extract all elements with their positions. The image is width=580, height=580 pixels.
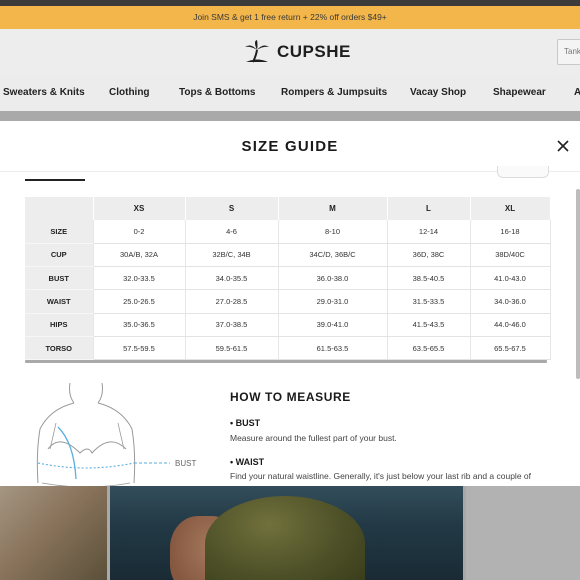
nav-item-sweaters[interactable]: Sweaters & Knits [3, 87, 85, 98]
table-cell: 39.0-41.0 [278, 313, 388, 337]
size-guide-modal: SIZE GUIDE XS S M L XL SIZE 0-2 4-6 8-10… [0, 121, 580, 486]
table-cell: 16-18 [470, 220, 551, 244]
table-cell: 34C/D, 36B/C [278, 243, 388, 268]
table-cell: 44.0-46.0 [470, 313, 551, 337]
table-cell: 65.5-67.5 [470, 336, 551, 361]
table-cell: 59.5-61.5 [185, 336, 279, 361]
table-cell: 0-2 [93, 220, 186, 244]
table-cell: 29.0-31.0 [278, 289, 388, 314]
table-header-row: XS S M L XL [25, 197, 551, 220]
table-horizontal-scrollbar[interactable] [25, 360, 547, 363]
nav-item-rompers[interactable]: Rompers & Jumpsuits [281, 87, 387, 98]
table-cell: 57.5-59.5 [93, 336, 186, 361]
table-header-cell: S [185, 197, 279, 220]
brand-name: CUPSHE [277, 42, 351, 61]
table-cell: 4-6 [185, 220, 279, 244]
table-cell: 35.0-36.5 [93, 313, 186, 337]
palm-tree-icon [245, 40, 269, 63]
table-header-cell: XL [470, 197, 551, 220]
table-row: HIPS 35.0-36.5 37.0-38.5 39.0-41.0 41.5-… [25, 313, 551, 337]
figure-bust-label: BUST [175, 459, 197, 468]
table-header-cell: M [278, 197, 388, 220]
body-measurement-figure [30, 382, 205, 486]
close-button[interactable] [555, 138, 571, 154]
row-header: WAIST [25, 289, 94, 314]
row-header: HIPS [25, 313, 94, 337]
table-cell: 31.5-33.5 [387, 289, 471, 314]
promo-banner[interactable]: Join SMS & get 1 free return + 22% off o… [0, 6, 580, 29]
search-input[interactable]: Tank [557, 39, 580, 65]
row-header: BUST [25, 266, 94, 291]
table-row: SIZE 0-2 4-6 8-10 12-14 16-18 [25, 220, 551, 244]
table-header-cell [25, 197, 94, 220]
close-icon [557, 140, 569, 152]
divider [0, 171, 580, 172]
table-cell: 25.0-26.5 [93, 289, 186, 314]
table-cell: 61.5-63.5 [278, 336, 388, 361]
brand-logo[interactable]: CUPSHE [243, 39, 351, 65]
nav-item-vacay-shop[interactable]: Vacay Shop [410, 87, 466, 98]
nav-item-tops-bottoms[interactable]: Tops & Bottoms [179, 87, 255, 98]
site-header: CUPSHE Tank [0, 29, 580, 75]
table-row: CUP 30A/B, 32A 32B/C, 34B 34C/D, 36B/C 3… [25, 243, 551, 268]
table-cell: 32.0-33.5 [93, 266, 186, 291]
waist-instruction: Find your natural waistline. Generally, … [230, 471, 532, 481]
table-header-cell: L [387, 197, 471, 220]
main-nav: Sweaters & Knits Clothing Tops & Bottoms… [0, 75, 580, 111]
table-cell: 36.0-38.0 [278, 266, 388, 291]
nav-item-more[interactable]: A [574, 87, 580, 98]
active-tab-indicator[interactable] [25, 179, 85, 181]
table-cell: 41.0-43.0 [470, 266, 551, 291]
unit-toggle[interactable] [497, 166, 549, 178]
table-header-cell: XS [93, 197, 186, 220]
row-header: CUP [25, 243, 94, 268]
table-cell: 12-14 [387, 220, 471, 244]
row-header: SIZE [25, 220, 94, 244]
table-cell: 34.0-36.0 [470, 289, 551, 314]
modal-scrollbar[interactable] [576, 189, 580, 379]
table-cell: 38D/40C [470, 243, 551, 268]
table-cell: 36D, 38C [387, 243, 471, 268]
bust-instruction: Measure around the fullest part of your … [230, 433, 397, 443]
table-row: BUST 32.0-33.5 34.0-35.5 36.0-38.0 38.5-… [25, 266, 551, 291]
table-cell: 30A/B, 32A [93, 243, 186, 268]
body-outline-illustration [36, 382, 170, 486]
table-cell: 27.0-28.5 [185, 289, 279, 314]
waist-heading: • WAIST [230, 457, 265, 467]
row-header: TORSO [25, 336, 94, 361]
table-row: TORSO 57.5-59.5 59.5-61.5 61.5-63.5 63.5… [25, 336, 551, 361]
table-row: WAIST 25.0-26.5 27.0-28.5 29.0-31.0 31.5… [25, 289, 551, 314]
table-cell: 41.5-43.5 [387, 313, 471, 337]
size-table: XS S M L XL SIZE 0-2 4-6 8-10 12-14 16-1… [25, 197, 551, 361]
bust-heading: • BUST [230, 418, 261, 428]
how-to-measure-title: HOW TO MEASURE [230, 390, 351, 404]
table-cell: 37.0-38.5 [185, 313, 279, 337]
table-cell: 63.5-65.5 [387, 336, 471, 361]
table-cell: 38.5-40.5 [387, 266, 471, 291]
table-cell: 32B/C, 34B [185, 243, 279, 268]
table-cell: 34.0-35.5 [185, 266, 279, 291]
nav-item-shapewear[interactable]: Shapewear [493, 87, 546, 98]
modal-title: SIZE GUIDE [241, 138, 339, 155]
table-cell: 8-10 [278, 220, 388, 244]
nav-item-clothing[interactable]: Clothing [109, 87, 150, 98]
